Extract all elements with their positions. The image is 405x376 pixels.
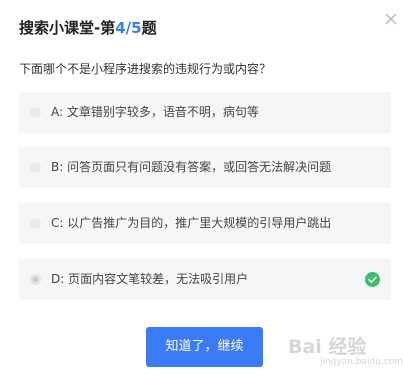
option-c[interactable]: C: 以广告推广为目的，推广里大规模的引导用户跳出 [19, 203, 391, 244]
radio-selected-icon [30, 274, 41, 285]
radio-icon [30, 218, 41, 229]
total-question-number: 5 [131, 19, 142, 37]
radio-icon [30, 162, 41, 173]
watermark-brand: Bai 经验 [288, 336, 367, 358]
option-label: D: 页面内容文笔较差，无法吸引用户 [51, 272, 249, 286]
question-text: 下面哪个不是小程序进搜索的违规行为或内容？ [19, 62, 272, 76]
close-button[interactable] [383, 11, 399, 27]
dialog-title: 搜索小课堂-第4/5题 [19, 17, 157, 39]
continue-button[interactable]: 知道了，继续 [146, 327, 263, 367]
watermark-url: jingyan.baidu.com [320, 357, 404, 367]
quiz-dialog: 搜索小课堂-第4/5题 下面哪个不是小程序进搜索的违规行为或内容？ A: 文章错… [0, 0, 405, 376]
option-b[interactable]: B: 问答页面只有问题没有答案，或回答无法解决问题 [19, 147, 391, 188]
title-suffix: 题 [141, 19, 157, 37]
option-d[interactable]: D: 页面内容文笔较差，无法吸引用户 [19, 259, 391, 300]
option-label: A: 文章错别字较多，语音不明，病句等 [51, 105, 259, 119]
current-question-number: 4 [115, 19, 126, 37]
check-circle-icon [365, 272, 380, 287]
baidu-jingyan-watermark: Bai 经验 jingyan.baidu.com [284, 330, 404, 374]
option-label: B: 问答页面只有问题没有答案，或回答无法解决问题 [51, 160, 332, 174]
option-label: C: 以广告推广为目的，推广里大规模的引导用户跳出 [51, 216, 332, 230]
option-a[interactable]: A: 文章错别字较多，语音不明，病句等 [19, 92, 391, 133]
close-icon [385, 13, 397, 25]
title-prefix: 搜索小课堂-第 [19, 19, 116, 37]
radio-icon [30, 107, 41, 118]
